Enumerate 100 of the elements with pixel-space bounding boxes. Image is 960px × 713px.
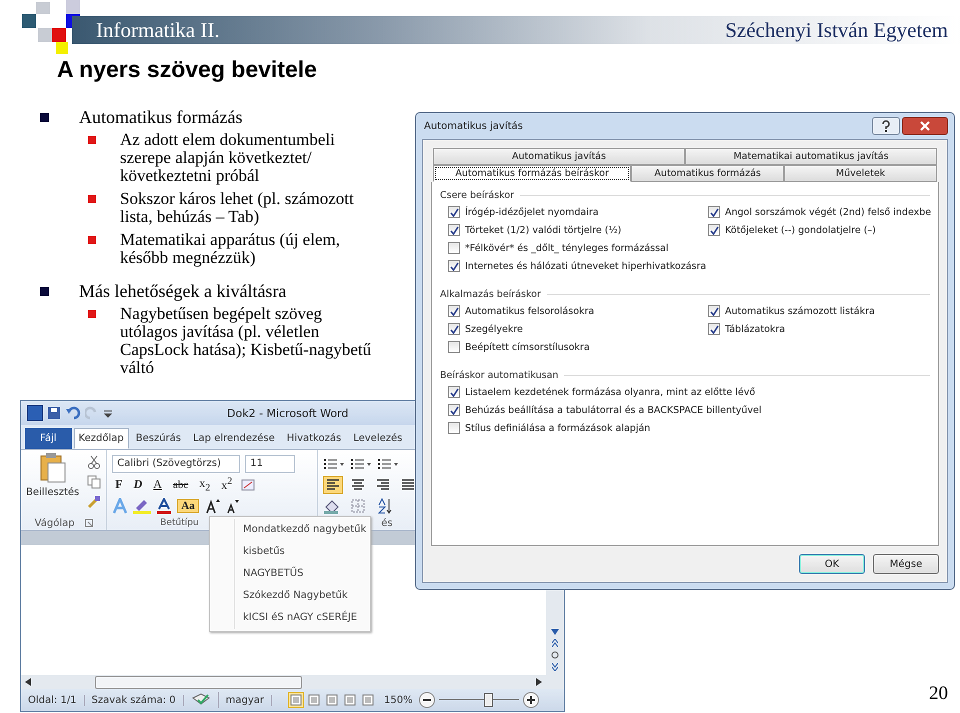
view-button[interactable] [342, 692, 358, 708]
dialog-tab[interactable]: Matematikai automatikus javítás [685, 148, 937, 165]
option-checkbox[interactable]: Szegélyekre [448, 322, 708, 336]
checkbox[interactable] [448, 206, 460, 218]
view-button[interactable] [288, 692, 304, 708]
language-label[interactable]: magyar [218, 694, 272, 706]
option-checkbox[interactable]: Táblázatokra [708, 322, 875, 336]
format-button[interactable]: F [112, 477, 126, 492]
horizontal-scrollbar[interactable] [21, 675, 546, 689]
undo-icon[interactable] [65, 406, 81, 420]
option-checkbox[interactable]: Beépített címsorstílusokra [448, 340, 708, 354]
group-label: Betűtípu [160, 518, 199, 528]
zoom-in-button[interactable] [522, 692, 539, 708]
checkbox[interactable] [708, 305, 720, 317]
close-button[interactable] [902, 117, 948, 135]
highlighter-icon[interactable] [133, 498, 152, 514]
page-count[interactable]: Oldal: 1/1 [21, 694, 85, 706]
bullet-icon [88, 136, 96, 144]
menu-item[interactable]: kICSI éS nAGY cSERÉJE [234, 607, 370, 629]
option-checkbox[interactable]: Automatikus felsorolásokra [448, 304, 708, 318]
brush-icon[interactable] [87, 495, 102, 509]
option-checkbox[interactable]: Stílus definiálása a formázások alapján [448, 421, 762, 435]
launcher-icon[interactable] [84, 519, 93, 527]
scissors-icon[interactable] [87, 455, 102, 469]
list-icon[interactable] [350, 456, 372, 470]
option-checkbox[interactable]: Internetes és hálózati útneveket hiperhivatkozásra [448, 259, 708, 273]
dialog-button[interactable]: Mégse [873, 554, 939, 574]
save-icon[interactable] [47, 406, 61, 420]
option-checkbox[interactable]: Listaelem kezdetének formázása olyanra, mint az előtte lévő [448, 385, 762, 399]
option-checkbox[interactable]: Törteket (1/2) valódi törtjelre (½) [448, 223, 708, 237]
checkbox[interactable] [448, 305, 460, 317]
option-checkbox[interactable]: *Félkövér* és _dőlt_ tényleges formázással [448, 241, 708, 255]
bullet-icon [40, 112, 49, 122]
ribbon-tab[interactable]: Beszúrás [130, 428, 186, 449]
menu-item[interactable]: NAGYBETŰS [234, 563, 370, 585]
scroll-down-icon[interactable] [551, 629, 559, 635]
list-icon[interactable] [323, 456, 346, 470]
plus-icon [526, 695, 536, 705]
ribbon-tab[interactable]: Levelezés [348, 428, 408, 449]
option-checkbox[interactable]: Behúzás beállítása a tabulátorral és a BACKSPACE billentyűvel [448, 403, 762, 417]
checkbox[interactable] [448, 260, 460, 272]
ribbon-tab[interactable]: Lap elrendezése [188, 428, 280, 449]
ribbon-tab[interactable]: Fájl [25, 428, 72, 449]
zoom-level[interactable]: 150% [384, 694, 413, 706]
font-size-field[interactable]: 11 [245, 454, 296, 472]
checkbox[interactable] [448, 386, 460, 398]
next-page-icon[interactable] [552, 663, 558, 671]
checkbox[interactable] [708, 323, 720, 335]
grow-font-icon[interactable] [204, 498, 220, 514]
option-checkbox[interactable]: Írógép-idézőjelet nyomdaira [448, 205, 708, 219]
dialog-tab[interactable]: Automatikus formázás beíráskor [433, 165, 632, 182]
format-button[interactable]: abc [170, 478, 192, 490]
ribbon-tab[interactable]: Hivatkozás [282, 428, 346, 449]
paste-button[interactable]: Beillesztés [26, 453, 80, 516]
option-checkbox[interactable]: Kötőjeleket (--) gondolatjelre (–) [708, 223, 932, 237]
font-color-icon[interactable] [156, 498, 172, 514]
checkbox[interactable] [448, 341, 460, 353]
format-button[interactable]: D [130, 477, 146, 492]
dialog-button[interactable]: OK [799, 554, 865, 574]
section-heading: Csere beíráskor [440, 190, 514, 201]
previous-page-icon[interactable] [552, 639, 558, 647]
font-name-field[interactable]: Calibri (Szövegtörzs) [112, 454, 240, 472]
group-label: Vágólap [34, 518, 75, 528]
eraser-icon[interactable] [240, 476, 256, 492]
group-label: és [381, 518, 393, 528]
help-button[interactable] [872, 117, 900, 135]
list-icon[interactable] [377, 456, 400, 470]
dialog-tab[interactable]: Automatikus formázás [631, 165, 784, 182]
option-checkbox[interactable]: Angol sorszámok végét (2nd) felső indexbe [708, 205, 932, 219]
checkbox[interactable] [448, 224, 460, 236]
view-button[interactable] [306, 692, 322, 708]
checkbox[interactable] [708, 206, 720, 218]
section-heading: Alkalmazás beíráskor [440, 289, 541, 300]
format-button[interactable]: x$^{2}$ [218, 476, 236, 493]
view-button[interactable] [360, 692, 376, 708]
dialog-tab[interactable]: Műveletek [784, 165, 937, 182]
ribbon-tab[interactable]: Kezdőlap [74, 428, 129, 449]
shrink-font-icon[interactable] [224, 498, 239, 514]
checkbox[interactable] [448, 422, 460, 434]
word-count[interactable]: Szavak száma: 0 [84, 694, 184, 706]
sort-icon[interactable] [377, 498, 394, 514]
close-icon [919, 121, 931, 131]
menu-item[interactable]: Szókezdő Nagybetűk [234, 585, 370, 607]
checkbox[interactable] [448, 323, 460, 335]
checkbox[interactable] [448, 242, 460, 254]
menu-item[interactable]: Mondatkezdő nagybetűk [234, 519, 370, 541]
change-case-button[interactable]: Aa [177, 498, 199, 512]
browse-object-icon[interactable] [551, 651, 559, 659]
zoom-out-button[interactable] [418, 692, 435, 708]
align-button[interactable] [323, 476, 344, 494]
checkbox[interactable] [708, 224, 720, 236]
menu-item[interactable]: kisbetűs [234, 541, 370, 563]
option-checkbox[interactable]: Automatikus számozott listákra [708, 304, 875, 318]
copy-icon[interactable] [87, 475, 102, 489]
course-title: Informatika II. [96, 18, 220, 42]
view-button[interactable] [324, 692, 340, 708]
format-button[interactable]: x$_{2}$ [196, 476, 214, 494]
format-button[interactable]: A [150, 477, 165, 492]
dialog-tab[interactable]: Automatikus javítás [433, 148, 685, 165]
checkbox[interactable] [448, 404, 460, 416]
